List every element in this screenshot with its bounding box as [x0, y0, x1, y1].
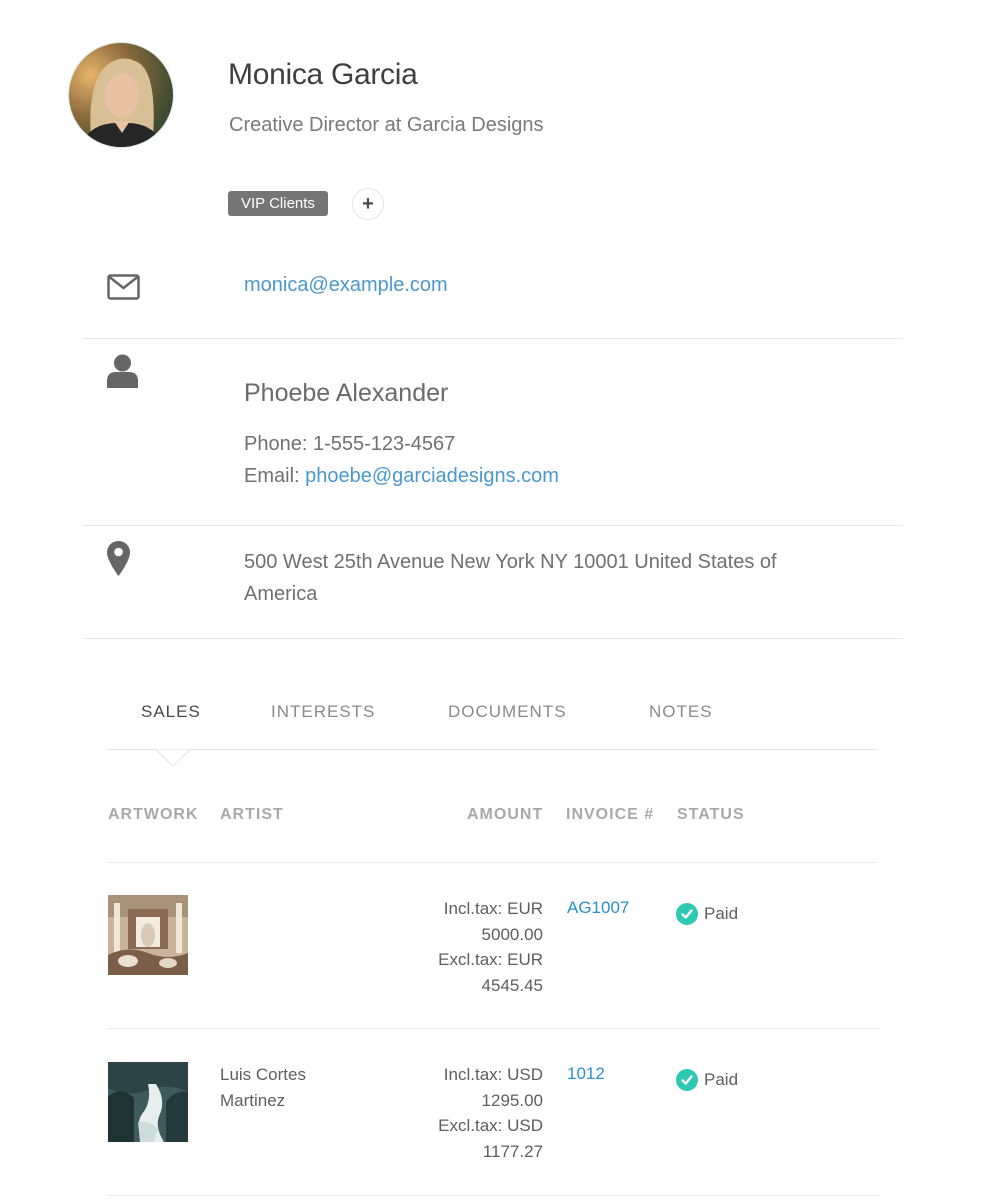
divider — [83, 525, 903, 526]
table-divider — [107, 862, 878, 863]
column-header-amount[interactable]: AMOUNT — [467, 806, 543, 824]
status-text: Paid — [704, 1070, 739, 1089]
amount-excl-value: 4545.45 — [481, 975, 543, 995]
active-tab-caret — [155, 749, 191, 772]
tab-sales[interactable]: SALES — [141, 702, 201, 722]
contact-email-link[interactable]: phoebe@garciadesigns.com — [305, 465, 559, 487]
amount-excl-label: Excl.tax: EUR — [438, 950, 543, 969]
person-icon — [107, 354, 138, 393]
amount-incl-value: 5000.00 — [481, 924, 543, 944]
address: 500 West 25th Avenue New York NY 10001 U… — [244, 551, 777, 605]
column-header-artwork[interactable]: ARTWORK — [108, 806, 199, 824]
status-text: Paid — [704, 904, 739, 923]
amount: Incl.tax: EUR 5000.00 Excl.tax: EUR 4545… — [400, 896, 543, 998]
tabs-underline — [107, 749, 878, 750]
column-header-invoice[interactable]: INVOICE # — [566, 806, 654, 824]
amount-excl-value: 1177.27 — [482, 1141, 543, 1161]
invoice-link[interactable]: 1012 — [567, 1064, 605, 1084]
column-header-artist[interactable]: ARTIST — [220, 806, 284, 824]
email-link[interactable]: monica@example.com — [244, 274, 448, 297]
artwork-thumbnail[interactable] — [108, 895, 188, 975]
check-circle-icon — [676, 1069, 698, 1091]
amount-excl-label: Excl.tax: USD — [438, 1116, 543, 1135]
email-label: Email: — [244, 465, 300, 487]
amount-incl-value: 1295.00 — [481, 1090, 543, 1110]
divider — [83, 338, 903, 339]
tab-interests[interactable]: INTERESTS — [271, 702, 375, 722]
amount: Incl.tax: USD 1295.00 Excl.tax: USD 1177… — [400, 1062, 543, 1164]
contact-person-name: Phoebe Alexander — [244, 379, 449, 407]
amount-incl-label: Incl.tax: USD — [443, 1065, 543, 1084]
envelope-icon — [107, 274, 140, 305]
plus-icon: + — [362, 193, 374, 215]
contact-email: Email: phoebe@garciadesigns.com — [244, 465, 559, 488]
contact-phone: Phone: 1-555-123-4567 — [244, 433, 455, 456]
tab-notes[interactable]: NOTES — [649, 702, 713, 722]
add-tag-button[interactable]: + — [352, 188, 384, 220]
phone-label: Phone: — [244, 433, 308, 455]
avatar-photo — [69, 43, 173, 147]
check-circle-icon — [676, 903, 698, 925]
status-badge: Paid — [676, 903, 738, 925]
column-header-status[interactable]: STATUS — [677, 806, 745, 824]
amount-incl-label: Incl.tax: EUR — [443, 899, 543, 918]
divider — [83, 638, 903, 639]
status-badge: Paid — [676, 1069, 738, 1091]
tag-vip-clients[interactable]: VIP Clients — [228, 191, 328, 216]
invoice-link[interactable]: AG1007 — [567, 898, 629, 918]
avatar — [68, 42, 174, 148]
table-row-divider — [107, 1195, 878, 1196]
job-title: Creative Director at Garcia Designs — [229, 114, 544, 136]
profile-name: Monica Garcia — [228, 58, 418, 91]
artist-name: Luis Cortes Martinez — [220, 1065, 306, 1110]
artwork-thumbnail[interactable] — [108, 1062, 188, 1142]
tab-documents[interactable]: DOCUMENTS — [448, 702, 567, 722]
phone-value: 1-555-123-4567 — [312, 433, 456, 455]
table-row-divider — [107, 1028, 878, 1029]
map-pin-icon — [107, 541, 130, 581]
